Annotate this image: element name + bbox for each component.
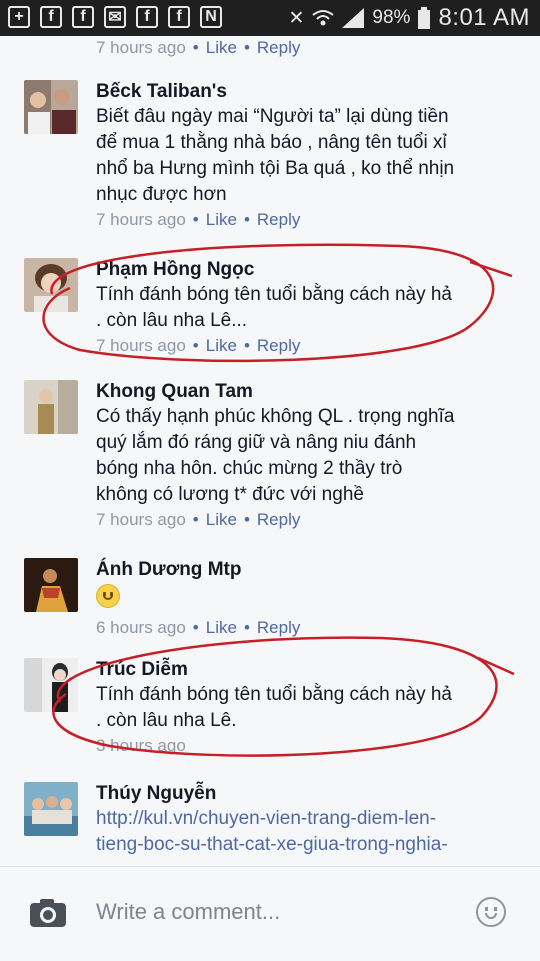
like-link[interactable]: Like xyxy=(206,336,237,355)
nfc-icon: N xyxy=(200,6,222,28)
avatar[interactable] xyxy=(24,80,78,134)
comment-meta: 7 hours ago • Like • Reply xyxy=(96,336,301,355)
commenter-name[interactable]: Bếck Taliban's xyxy=(96,80,516,104)
emoji-picker-icon[interactable] xyxy=(476,897,506,927)
wifi-icon xyxy=(312,10,335,26)
battery-icon xyxy=(418,7,431,29)
facebook-icon: f xyxy=(40,6,62,28)
comment-link[interactable]: http://kul.vn/chuyen-vien-trang-diem-len… xyxy=(96,806,516,858)
comment-text: Tính đánh bóng tên tuổi bằng cách này hả… xyxy=(96,284,452,331)
like-link[interactable]: Like xyxy=(206,38,237,57)
reply-link[interactable]: Reply xyxy=(257,336,300,355)
comment-meta: 7 hours ago • Like • Reply xyxy=(96,510,301,529)
comment-text: Có thấy hạnh phúc không QL . trọng nghĩa… xyxy=(96,406,455,505)
commenter-name[interactable]: Ánh Dương Mtp xyxy=(96,558,516,582)
like-link[interactable]: Like xyxy=(206,210,237,229)
facebook-icon: f xyxy=(136,6,158,28)
facebook-icon: f xyxy=(168,6,190,28)
timestamp: 6 hours ago xyxy=(96,618,186,637)
comment-meta: 7 hours ago • Like • Reply xyxy=(96,210,301,229)
commenter-name[interactable]: Thúy Nguyễn xyxy=(96,782,516,806)
commenter-name[interactable]: Phạm Hồng Ngọc xyxy=(96,258,516,282)
comment-composer: Write a comment... xyxy=(0,866,540,961)
avatar[interactable] xyxy=(24,558,78,612)
timestamp: 7 hours ago xyxy=(96,336,186,355)
reply-link[interactable]: Reply xyxy=(257,510,300,529)
avatar[interactable] xyxy=(24,258,78,312)
avatar[interactable] xyxy=(24,380,78,434)
comment-meta: 6 hours ago • Like • Reply xyxy=(96,618,301,637)
smiley-emoji-icon xyxy=(96,584,120,608)
like-link[interactable]: Like xyxy=(206,618,237,637)
like-link[interactable]: Like xyxy=(206,510,237,529)
facebook-icon: f xyxy=(72,6,94,28)
avatar[interactable] xyxy=(24,782,78,836)
mail-icon: ✉ xyxy=(104,6,126,28)
reply-link[interactable]: Reply xyxy=(257,618,300,637)
comment-meta: 7 hours ago • Like • Reply xyxy=(96,38,301,57)
timestamp: 7 hours ago xyxy=(96,510,186,529)
add-box-icon: + xyxy=(8,6,30,28)
timestamp: 7 hours ago xyxy=(96,210,186,229)
comment-meta: 3 hours ago xyxy=(96,736,516,756)
status-bar: + f f ✉ f f N ✕ 98% 8:01 AM xyxy=(0,0,540,36)
timestamp: 3 hours ago xyxy=(96,736,186,755)
comments-feed[interactable]: 7 hours ago • Like • Reply Bếck Taliban's Bi… xyxy=(0,36,540,866)
status-right: ✕ 98% 8:01 AM xyxy=(288,4,530,32)
battery-percent: 98% xyxy=(372,7,411,28)
notification-icons: + f f ✉ f f N xyxy=(8,6,222,28)
mute-icon: ✕ xyxy=(288,7,305,29)
camera-icon[interactable] xyxy=(28,897,68,929)
reply-link[interactable]: Reply xyxy=(257,210,300,229)
commenter-name[interactable]: Trúc Diễm xyxy=(96,658,516,682)
avatar[interactable] xyxy=(24,658,78,712)
reply-link[interactable]: Reply xyxy=(257,38,300,57)
comment-input[interactable]: Write a comment... xyxy=(96,899,280,925)
comment-text: Tính đánh bóng tên tuổi bằng cách này hả… xyxy=(96,684,452,731)
commenter-name[interactable]: Khong Quan Tam xyxy=(96,380,516,404)
signal-icon xyxy=(342,8,365,28)
comment-text: Biết đâu ngày mai “Người ta” lại dùng ti… xyxy=(96,106,455,205)
clock: 8:01 AM xyxy=(438,4,530,31)
